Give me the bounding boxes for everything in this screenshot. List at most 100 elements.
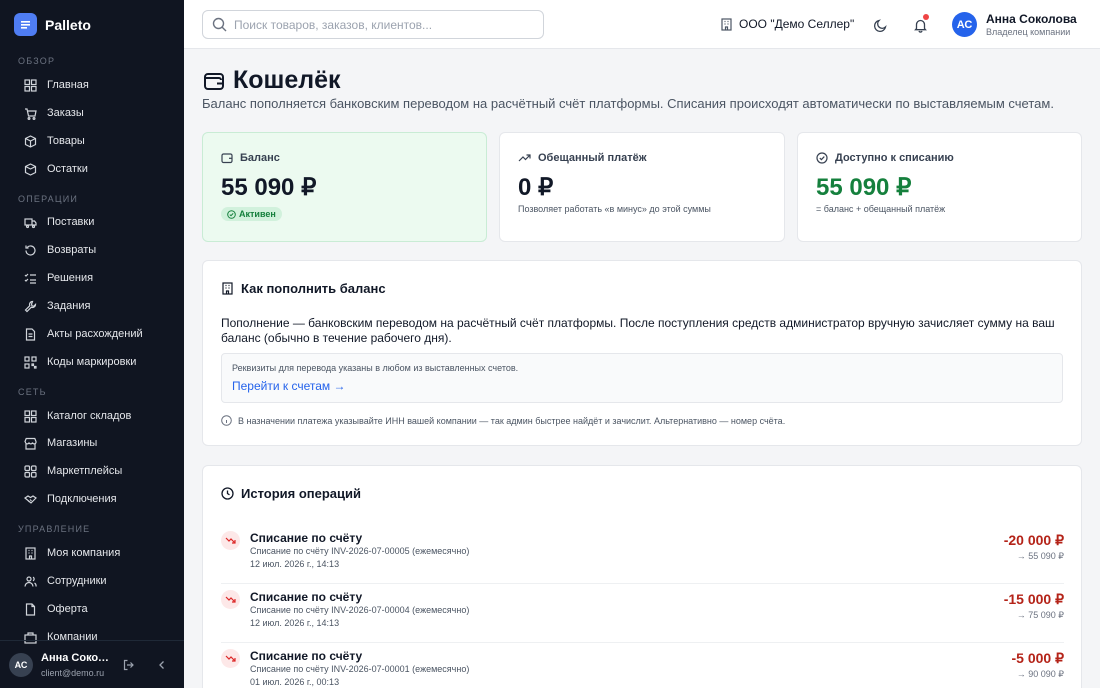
collapse-sidebar-button[interactable] xyxy=(155,658,169,672)
sidebar-user: АС Анна Соколова client@demo.ru xyxy=(0,640,184,688)
list-item[interactable]: Списание по счёту Списание по счёту INV-… xyxy=(221,643,1064,688)
doc-icon xyxy=(25,327,36,341)
logo-icon xyxy=(14,13,37,36)
operation-amount: -15 000 ₽ xyxy=(1003,591,1064,607)
logout-button[interactable] xyxy=(122,658,136,672)
notifications-button[interactable] xyxy=(911,14,929,34)
company-name: ООО "Демо Селлер" xyxy=(739,17,855,31)
list-item[interactable]: Списание по счёту Списание по счёту INV-… xyxy=(221,525,1064,584)
clock-icon xyxy=(221,487,234,500)
sidebar-user-email: client@demo.ru xyxy=(41,668,105,678)
history-title: История операций xyxy=(221,486,361,501)
sidebar-item-orders[interactable]: Заказы xyxy=(12,100,172,126)
search-box[interactable] xyxy=(202,10,544,39)
warehouse-icon xyxy=(24,409,37,423)
howto-title: Как пополнить баланс xyxy=(221,281,386,296)
sidebar-item-my-company[interactable]: Моя компания xyxy=(12,540,172,566)
sidebar-item-label: Главная xyxy=(47,79,89,91)
balance-label: Баланс xyxy=(221,152,280,164)
user-name[interactable]: Анна Соколова xyxy=(986,12,1077,26)
box-icon xyxy=(24,134,37,148)
operation-description: Списание по счёту INV-2026-07-00001 (еже… xyxy=(250,664,470,674)
nav-section-overview: ОБЗОР xyxy=(18,56,56,66)
qr-icon xyxy=(24,355,37,369)
sidebar-item-label: Акты расхождений xyxy=(47,328,143,340)
requisites-note: Реквизиты для перевода указаны в любом и… xyxy=(232,363,519,373)
operation-date: 12 июл. 2026 г., 14:13 xyxy=(250,618,340,628)
operation-balance-after: → 90 090 ₽ xyxy=(1016,669,1064,679)
list-item[interactable]: Списание по счёту Списание по счёту INV-… xyxy=(221,584,1064,643)
operation-balance-after: → 75 090 ₽ xyxy=(1016,610,1064,620)
user-role: Владелец компании xyxy=(986,27,1071,37)
sidebar-item-label: Поставки xyxy=(47,216,95,228)
trending-up-icon xyxy=(518,154,531,162)
operation-amount: -5 000 ₽ xyxy=(1011,650,1065,666)
building-icon xyxy=(721,17,732,31)
promised-value: 0 ₽ xyxy=(518,174,554,201)
status-badge: Активен xyxy=(221,207,282,221)
available-hint: = баланс + обещанный платёж xyxy=(816,204,946,214)
avatar[interactable]: АС xyxy=(952,12,977,37)
sidebar-item-connections[interactable]: Подключения xyxy=(12,486,172,512)
moon-icon xyxy=(873,18,887,32)
sidebar-item-marking-codes[interactable]: Коды маркировки xyxy=(12,349,172,375)
chevron-left-icon xyxy=(159,661,164,669)
go-to-invoices-link[interactable]: Перейти к счетам → xyxy=(232,379,345,393)
grid-icon xyxy=(24,464,37,478)
theme-toggle-button[interactable] xyxy=(871,16,889,34)
info-icon xyxy=(221,415,232,426)
sidebar-item-stores[interactable]: Магазины xyxy=(12,430,172,456)
operation-balance-after: → 55 090 ₽ xyxy=(1016,551,1064,561)
sidebar-item-label: Оферта xyxy=(47,603,88,615)
sidebar-item-stock[interactable]: Остатки xyxy=(12,156,172,182)
requisites-box: Реквизиты для перевода указаны в любом и… xyxy=(221,353,1063,403)
promised-hint: Позволяет работать «в минус» до этой сум… xyxy=(518,204,711,214)
brand[interactable]: Palleto xyxy=(14,13,91,36)
operation-date: 12 июл. 2026 г., 14:13 xyxy=(250,559,340,569)
nav-section-network: СЕТЬ xyxy=(18,387,47,397)
trending-down-icon xyxy=(221,531,240,550)
sidebar-item-returns[interactable]: Возвраты xyxy=(12,237,172,263)
available-value: 55 090 ₽ xyxy=(816,174,912,201)
sidebar-item-offer[interactable]: Оферта xyxy=(12,596,172,622)
balance-value: 55 090 ₽ xyxy=(221,174,317,201)
sidebar-item-label: Задания xyxy=(47,300,91,312)
operation-description: Списание по счёту INV-2026-07-00005 (еже… xyxy=(250,546,470,556)
operation-title: Списание по счёту xyxy=(250,590,363,604)
promised-payment-card: Обещанный платёж 0 ₽ Позволяет работать … xyxy=(499,132,785,242)
trending-down-icon xyxy=(221,590,240,609)
wallet-icon xyxy=(204,72,224,90)
sidebar-item-label: Магазины xyxy=(47,437,98,449)
sidebar-item-decisions[interactable]: Решения xyxy=(12,265,172,291)
sidebar-item-warehouse-catalog[interactable]: Каталог складов xyxy=(12,403,172,429)
avatar[interactable]: АС xyxy=(9,653,33,677)
sidebar-item-label: Коды маркировки xyxy=(47,356,137,368)
balance-card: Баланс 55 090 ₽ Активен xyxy=(202,132,487,242)
sidebar-item-products[interactable]: Товары xyxy=(12,128,172,154)
users-icon xyxy=(24,575,37,587)
return-icon xyxy=(25,244,36,256)
sidebar-item-label: Решения xyxy=(47,272,94,284)
search-input[interactable] xyxy=(234,17,524,32)
sidebar-item-tasks[interactable]: Задания xyxy=(12,293,172,319)
logout-icon xyxy=(123,659,134,671)
sidebar-item-marketplaces[interactable]: Маркетплейсы xyxy=(12,458,172,484)
orders-icon xyxy=(25,107,37,120)
sidebar-item-label: Товары xyxy=(47,135,85,147)
sidebar-item-employees[interactable]: Сотрудники xyxy=(12,568,172,594)
company-switcher[interactable]: ООО "Демо Селлер" xyxy=(720,17,854,31)
building-icon xyxy=(25,546,36,560)
truck-icon xyxy=(24,217,37,228)
sidebar-user-name: Анна Соколова xyxy=(41,652,111,664)
sidebar-item-home[interactable]: Главная xyxy=(12,72,172,98)
operation-title: Списание по счёту xyxy=(250,649,363,663)
brand-name: Palleto xyxy=(45,16,91,33)
page-subtitle: Баланс пополняется банковским переводом … xyxy=(202,96,1054,111)
sidebar-item-label: Маркетплейсы xyxy=(47,465,123,477)
sidebar-item-label: Остатки xyxy=(47,163,88,175)
dashboard-icon xyxy=(24,78,37,92)
sidebar-item-discrepancy-acts[interactable]: Акты расхождений xyxy=(12,321,172,347)
search-icon xyxy=(212,17,227,32)
sidebar-item-supplies[interactable]: Поставки xyxy=(12,209,172,235)
sidebar-item-label: Заказы xyxy=(47,107,84,119)
